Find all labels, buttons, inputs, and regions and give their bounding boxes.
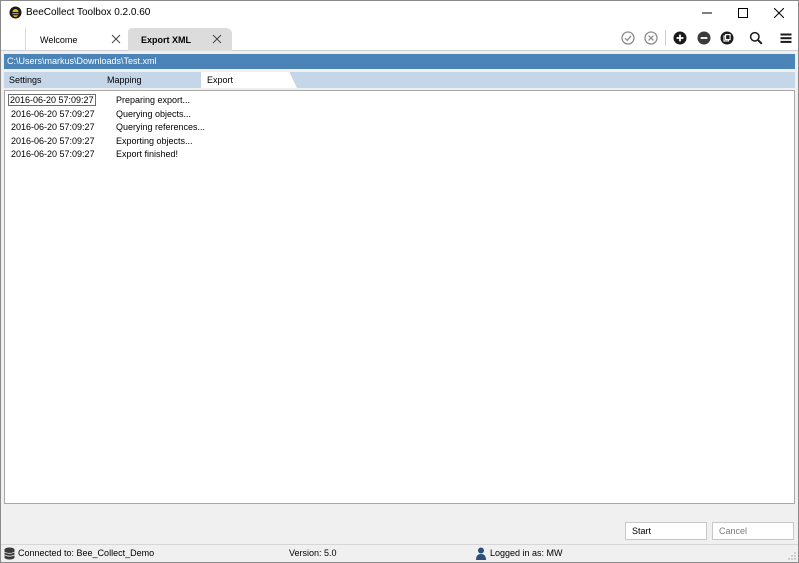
start-button[interactable]: Start	[625, 522, 707, 540]
user-icon	[476, 547, 486, 560]
log-timestamp: 2016-06-20 57:09:27	[11, 122, 95, 132]
cancel-button[interactable]: Cancel	[712, 522, 794, 540]
subtab-export-label: Export	[207, 75, 234, 85]
minimize-icon	[702, 12, 712, 14]
log-timestamp: 2016-06-20 57:09:27	[11, 149, 95, 159]
document-tab-strip: Welcome Export XML	[1, 25, 798, 51]
database-icon	[4, 547, 15, 560]
log-message: Querying references...	[116, 122, 206, 132]
maximize-button[interactable]	[725, 1, 761, 25]
export-subtab-bar: Settings Mapping Export	[4, 72, 795, 88]
status-bar: Connected to: Bee_Collect_Demo Version: …	[1, 544, 798, 562]
cancel-button-label: Cancel	[719, 526, 748, 536]
tab-welcome[interactable]: Welcome	[25, 28, 125, 51]
close-tab-icon[interactable]	[111, 34, 121, 44]
cancel-circle-icon[interactable]	[644, 31, 658, 45]
maximize-icon	[738, 8, 748, 18]
log-timestamp: 2016-06-20 57:09:27	[11, 108, 95, 119]
file-path: C:\Users\markus\Downloads\Test.xml	[7, 56, 157, 66]
title-bar: BeeCollect Toolbox 0.2.0.60	[1, 1, 798, 25]
connection-status: Connected to: Bee_Collect_Demo	[18, 548, 155, 558]
close-icon	[774, 8, 784, 18]
close-tab-icon[interactable]	[212, 34, 222, 44]
copy-circle-icon[interactable]	[720, 31, 734, 45]
subtab-settings[interactable]: Settings	[9, 75, 42, 85]
minimize-button[interactable]	[689, 1, 725, 25]
log-message: Preparing export...	[116, 95, 191, 105]
log-message: Exporting objects...	[116, 135, 193, 146]
app-window: BeeCollect Toolbox 0.2.0.60 Welcome Expo…	[0, 0, 799, 563]
menu-icon[interactable]	[779, 31, 793, 45]
file-path-bar: C:\Users\markus\Downloads\Test.xml	[4, 54, 795, 69]
subtab-mapping[interactable]: Mapping	[107, 75, 142, 85]
check-circle-icon[interactable]	[621, 31, 635, 45]
search-icon[interactable]	[749, 31, 763, 45]
version-label: Version: 5.0	[289, 548, 337, 558]
resize-grip-icon[interactable]	[788, 552, 796, 560]
remove-circle-icon[interactable]	[697, 31, 711, 45]
log-message: Querying objects...	[116, 108, 192, 119]
log-timestamp: 2016-06-20 57:09:27	[11, 135, 95, 146]
subtab-export[interactable]: Export	[201, 72, 297, 88]
bee-app-icon	[9, 6, 22, 19]
log-message: Export finished!	[116, 149, 179, 159]
window-title: BeeCollect Toolbox 0.2.0.60	[26, 7, 151, 18]
tab-export-xml[interactable]: Export XML	[128, 28, 232, 51]
export-log-panel[interactable]: 2016-06-20 57:09:27 Preparing export... …	[4, 90, 795, 504]
start-button-label: Start	[632, 526, 652, 536]
tab-export-xml-label: Export XML	[141, 35, 192, 45]
tab-welcome-label: Welcome	[40, 35, 78, 45]
log-timestamp[interactable]: 2016-06-20 57:09:27	[8, 94, 96, 106]
logged-in-user: Logged in as: MW	[490, 548, 563, 558]
toolbar-separator	[665, 30, 666, 46]
close-window-button[interactable]	[761, 1, 797, 25]
add-circle-icon[interactable]	[673, 31, 687, 45]
